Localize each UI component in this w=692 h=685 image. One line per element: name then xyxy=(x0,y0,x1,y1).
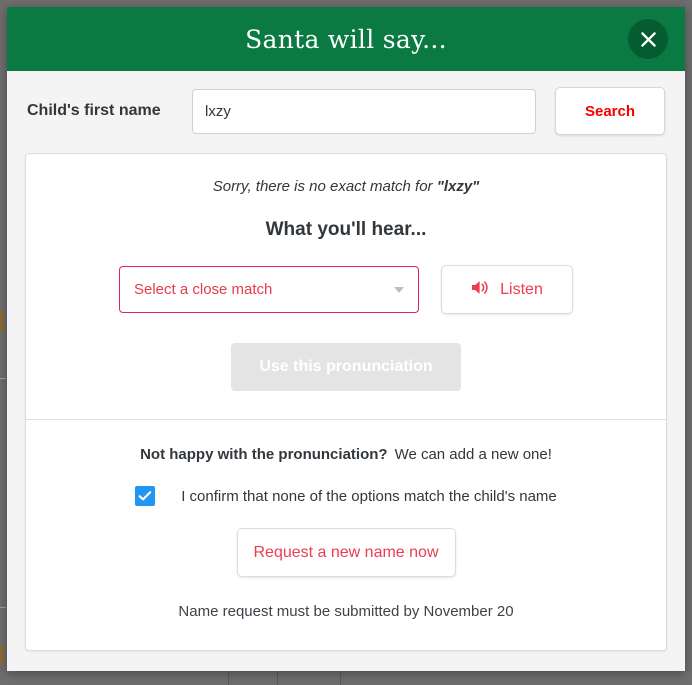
not-happy-question: Not happy with the pronunciation? xyxy=(140,446,388,463)
confirm-row: I confirm that none of the options match… xyxy=(46,486,646,506)
close-icon-button[interactable] xyxy=(628,19,668,59)
request-new-name-button[interactable]: Request a new name now xyxy=(236,528,456,577)
search-row: Child's first name Search xyxy=(7,71,685,153)
close-match-selected-value: Select a close match xyxy=(134,281,273,298)
search-button[interactable]: Search xyxy=(555,87,665,135)
not-happy-answer: We can add a new one! xyxy=(394,446,552,463)
backdrop-rule-2 xyxy=(0,607,6,608)
confirm-checkbox-label: I confirm that none of the options match… xyxy=(181,487,557,505)
no-match-name: "lxzy" xyxy=(436,178,480,195)
page-bottom-bar xyxy=(0,671,692,685)
no-match-prefix: Sorry, there is no exact match for xyxy=(212,178,437,195)
santa-name-modal: Santa will say... Child's first name Sea… xyxy=(7,7,685,671)
modal-title: Santa will say... xyxy=(245,24,447,54)
backdrop-accent-left-1 xyxy=(0,310,4,332)
backdrop-rule-1 xyxy=(0,378,6,379)
use-this-pronunciation-button[interactable]: Use this pronunciation xyxy=(231,343,461,391)
close-match-select[interactable]: Select a close match xyxy=(119,266,419,313)
result-card: Sorry, there is no exact match for "lxzy… xyxy=(25,153,667,651)
search-label: Child's first name xyxy=(27,102,161,119)
listen-button[interactable]: Listen xyxy=(441,265,573,314)
pronunciation-section: Sorry, there is no exact match for "lxzy… xyxy=(26,154,666,420)
close-icon xyxy=(639,30,658,49)
checkmark-icon xyxy=(138,490,152,502)
no-match-message: Sorry, there is no exact match for "lxzy… xyxy=(46,178,646,195)
not-happy-line: Not happy with the pronunciation? We can … xyxy=(46,446,646,463)
bottom-bar-divider xyxy=(277,671,278,685)
request-new-name-section: Not happy with the pronunciation? We can … xyxy=(26,420,666,650)
listen-button-label: Listen xyxy=(500,280,543,298)
deadline-note: Name request must be submitted by Novemb… xyxy=(178,603,514,620)
bottom-bar-divider xyxy=(228,671,229,685)
match-row: Select a close match Listen xyxy=(46,265,646,314)
what-youll-hear-heading: What you'll hear... xyxy=(265,219,427,240)
confirm-checkbox[interactable] xyxy=(135,486,156,506)
speaker-icon xyxy=(471,279,491,301)
bottom-bar-divider xyxy=(340,671,341,685)
backdrop-accent-left-2 xyxy=(0,645,4,665)
chevron-down-icon xyxy=(394,286,404,293)
search-input[interactable] xyxy=(192,88,536,134)
modal-header: Santa will say... xyxy=(7,7,685,71)
